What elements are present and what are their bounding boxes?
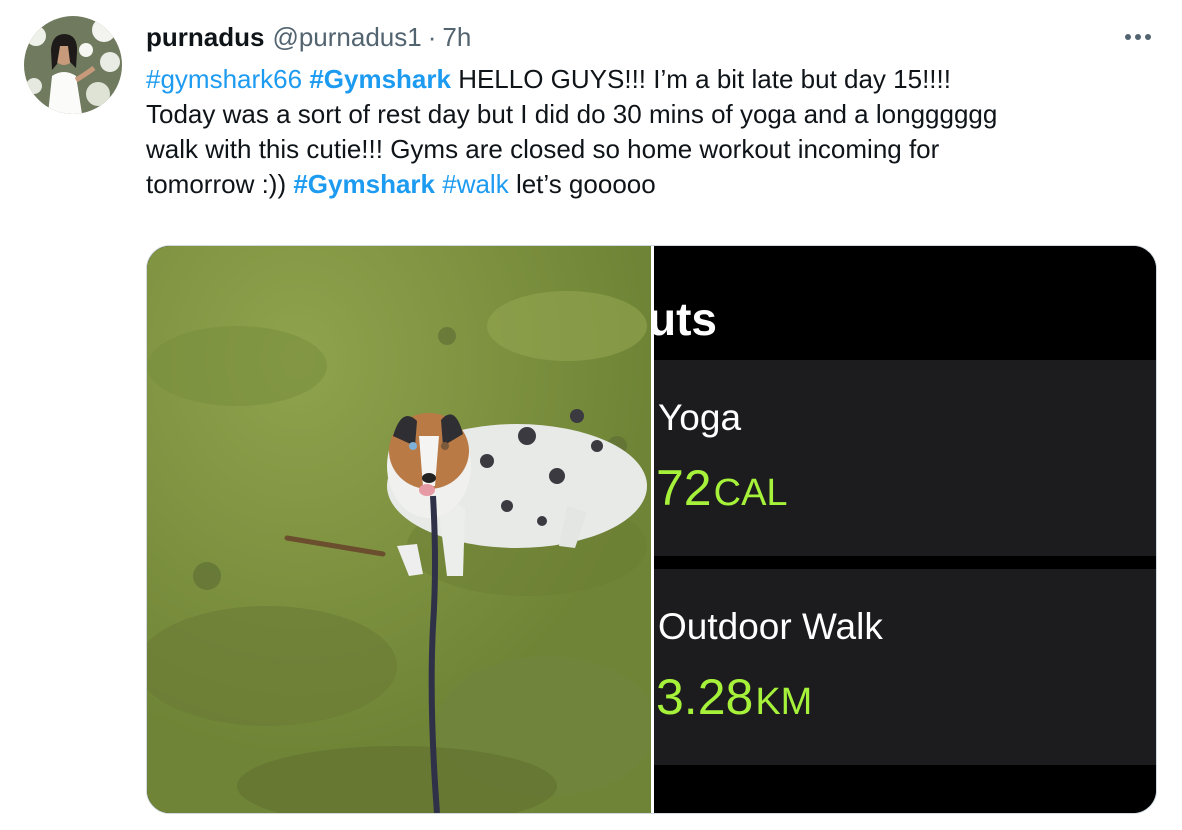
hashtag-link[interactable]: #walk [442, 169, 508, 199]
workout-unit: KM [755, 681, 813, 723]
workout-number: 72 [656, 460, 712, 516]
tweet[interactable]: purnadus @purnadus1 · 7h #gymshark66 #Gy… [0, 0, 1182, 830]
dog-photo[interactable] [147, 246, 651, 813]
workout-unit: CAL [713, 472, 788, 514]
tweet-text-line: Today was a sort of rest day but I did d… [146, 97, 1146, 132]
more-horizontal-icon[interactable] [1118, 24, 1158, 50]
workout-number: 3.28 [656, 669, 754, 725]
tweet-text-line: tomorrow :)) #Gymshark #walk let’s goooo… [146, 167, 1146, 202]
more-dot [1145, 34, 1151, 40]
tweet-text-segment: Today was a sort of rest day but I did d… [146, 99, 998, 129]
tweet-text-segment: HELLO GUYS!!! I’m a bit late but day 15!… [450, 64, 951, 94]
workout-name: Yoga [658, 397, 742, 438]
workout-card: Yoga 72CAL [654, 360, 1156, 556]
tweet-text-segment: let’s gooooo [508, 169, 656, 199]
hashtag-link[interactable]: #gymshark66 [146, 64, 302, 94]
tweet-text-segment: walk with this cutie!!! Gyms are closed … [146, 134, 940, 164]
media-grid: uts Yoga 72CAL Outdoor Walk 3.28KM [146, 245, 1157, 814]
workouts-title: uts [654, 293, 717, 345]
separator-dot: · [427, 22, 437, 52]
tweet-text-line: #gymshark66 #Gymshark HELLO GUYS!!! I’m … [146, 62, 1146, 97]
more-dot [1125, 34, 1131, 40]
author-name[interactable]: purnadus [146, 20, 264, 54]
hashtag-link[interactable]: #Gymshark [309, 64, 451, 94]
workout-card: Outdoor Walk 3.28KM [654, 569, 1156, 765]
workout-value: 72CAL [656, 458, 788, 523]
workout-screenshot[interactable]: uts Yoga 72CAL Outdoor Walk 3.28KM [654, 246, 1156, 813]
tweet-text-line: walk with this cutie!!! Gyms are closed … [146, 132, 1146, 167]
workout-name: Outdoor Walk [658, 606, 883, 647]
avatar[interactable] [24, 16, 122, 114]
tweet-text: #gymshark66 #Gymshark HELLO GUYS!!! I’m … [146, 62, 1146, 202]
tweet-text-segment: tomorrow :)) [146, 169, 294, 199]
tweet-header: purnadus @purnadus1 · 7h [146, 20, 471, 54]
timestamp[interactable]: 7h [442, 20, 471, 54]
author-handle[interactable]: @purnadus1 [272, 20, 421, 54]
workout-value: 3.28KM [656, 667, 812, 732]
more-dot [1135, 34, 1141, 40]
hashtag-link[interactable]: #Gymshark [293, 169, 435, 199]
